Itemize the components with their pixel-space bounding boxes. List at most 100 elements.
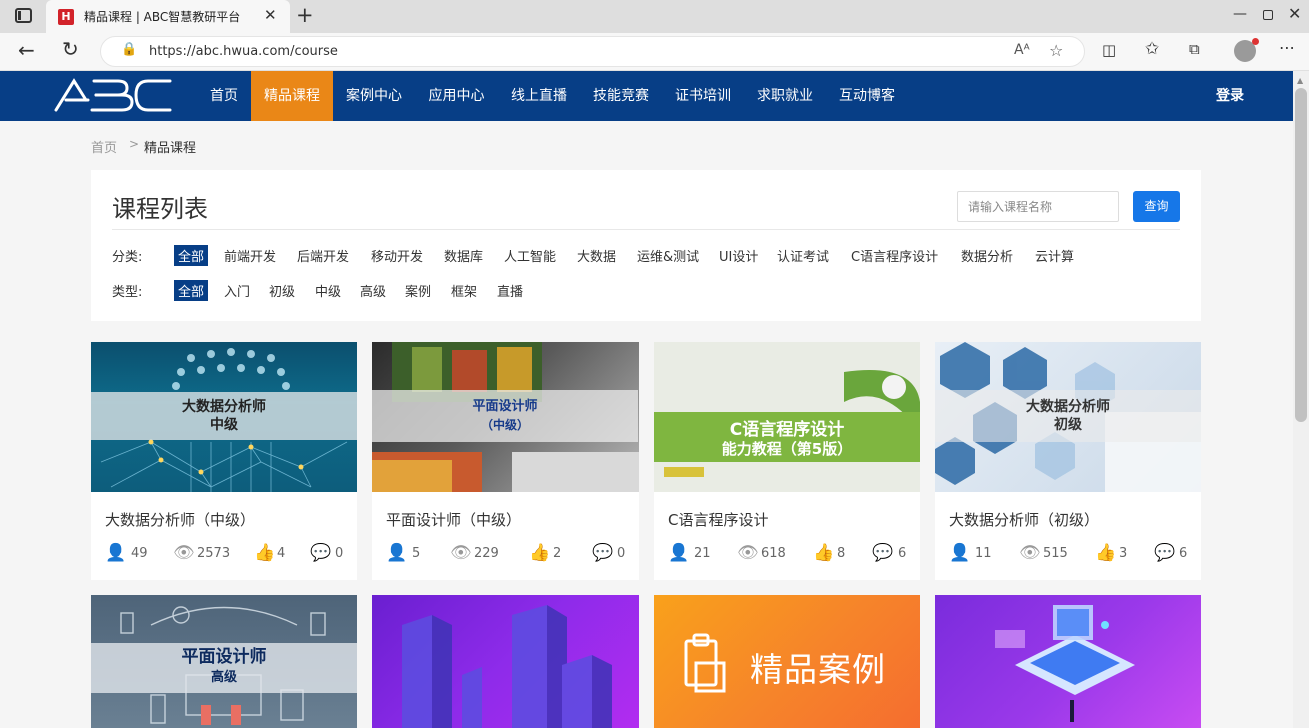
students-icon: 👤 xyxy=(386,543,408,563)
students-icon: 👤 xyxy=(668,543,690,563)
nav-item[interactable]: 求职就业 xyxy=(744,71,826,121)
type-filter-option[interactable]: 直播 xyxy=(497,281,523,300)
category-filter-option[interactable]: 认证考试 xyxy=(777,246,829,265)
add-favorite-icon[interactable]: ☆ xyxy=(1049,41,1063,60)
category-filter-option[interactable]: UI设计 xyxy=(719,246,758,265)
comment-icon[interactable]: 💬 xyxy=(872,543,893,563)
browser-tab[interactable]: H 精品课程 | ABC智慧教研平台 ✕ xyxy=(46,0,290,33)
search-button[interactable]: 查询 xyxy=(1133,191,1180,222)
browser-tab-bar: H 精品课程 | ABC智慧教研平台 ✕ + — ✕ xyxy=(0,0,1309,33)
category-filter-option[interactable]: 后端开发 xyxy=(297,246,349,265)
category-filter-option[interactable]: 移动开发 xyxy=(371,246,423,265)
minimize-icon[interactable]: — xyxy=(1233,6,1247,22)
comment-icon[interactable]: 💬 xyxy=(310,543,331,563)
course-thumbnail[interactable]: 平面设计师 （中级） xyxy=(372,342,639,492)
favorites-icon[interactable]: ✩ xyxy=(1145,39,1159,59)
thumbnail-overlay: 大数据分析师 中级 xyxy=(91,392,357,440)
category-filter-option[interactable]: 数据分析 xyxy=(961,246,1013,265)
type-filter-option[interactable]: 初级 xyxy=(269,281,295,300)
type-filter-option[interactable]: 案例 xyxy=(405,281,431,300)
breadcrumb-separator: > xyxy=(129,137,140,151)
lock-icon[interactable]: 🔒 xyxy=(121,42,137,57)
login-link[interactable]: 登录 xyxy=(1216,71,1244,121)
split-screen-icon[interactable]: ◫ xyxy=(1102,41,1116,59)
address-bar[interactable]: 🔒 https://abc.hwua.com/course Aᴬ ☆ xyxy=(100,36,1085,67)
nav-item[interactable]: 互动博客 xyxy=(826,71,908,121)
course-card[interactable]: 大数据分析师 初级 大数据分析师（初级） 👤 11 👁 515 👍 3 💬 6 xyxy=(935,342,1201,580)
category-filter-option[interactable]: C语言程序设计 xyxy=(851,246,938,265)
likes-count: 8 xyxy=(837,546,846,561)
course-card[interactable]: 平面设计师 高级 xyxy=(91,595,357,728)
students-count: 11 xyxy=(975,546,992,561)
profile-avatar[interactable] xyxy=(1234,38,1259,62)
page-title: 课程列表 xyxy=(112,195,208,223)
scroll-up-icon[interactable]: ▲ xyxy=(1297,76,1303,85)
comment-icon[interactable]: 💬 xyxy=(1154,543,1175,563)
comment-icon[interactable]: 💬 xyxy=(592,543,613,563)
new-tab-icon[interactable]: + xyxy=(296,3,314,27)
abc-logo[interactable] xyxy=(52,78,174,112)
more-options-icon[interactable]: ⋯ xyxy=(1279,38,1295,57)
scrollbar-thumb[interactable] xyxy=(1295,88,1307,422)
course-title[interactable]: 大数据分析师（初级） xyxy=(949,509,1099,530)
breadcrumb-home[interactable]: 首页 xyxy=(91,137,117,156)
url-text[interactable]: https://abc.hwua.com/course xyxy=(149,44,338,59)
category-filter-option[interactable]: 云计算 xyxy=(1035,246,1074,265)
nav-item[interactable]: 技能竞赛 xyxy=(580,71,662,121)
category-filter-option[interactable]: 数据库 xyxy=(444,246,483,265)
nav-item[interactable]: 应用中心 xyxy=(415,71,498,121)
computer-illustration-graphic xyxy=(995,605,1135,722)
like-icon[interactable]: 👍 xyxy=(1095,543,1116,563)
category-filter-option[interactable]: 大数据 xyxy=(577,246,616,265)
course-card[interactable] xyxy=(935,595,1201,728)
type-filter-option[interactable]: 高级 xyxy=(360,281,386,300)
course-title[interactable]: C语言程序设计 xyxy=(668,509,768,530)
type-filter-option[interactable]: 框架 xyxy=(451,281,477,300)
nav-item[interactable]: 精品课程 xyxy=(251,71,333,121)
course-card[interactable] xyxy=(372,595,639,728)
course-thumbnail[interactable]: 大数据分析师 中级 xyxy=(91,342,357,492)
like-icon[interactable]: 👍 xyxy=(813,543,834,563)
type-filter-option[interactable]: 中级 xyxy=(315,281,341,300)
course-thumbnail[interactable]: 大数据分析师 初级 xyxy=(935,342,1201,492)
like-icon[interactable]: 👍 xyxy=(529,543,550,563)
collections-icon[interactable]: ⧉ xyxy=(1189,40,1200,58)
nav-item[interactable]: 案例中心 xyxy=(333,71,415,121)
like-icon[interactable]: 👍 xyxy=(254,543,275,563)
category-filter-option[interactable]: 前端开发 xyxy=(224,246,276,265)
comments-count: 6 xyxy=(1179,546,1188,561)
students-count: 21 xyxy=(694,546,711,561)
course-card[interactable]: C语言程序设计 能力教程（第5版） C语言程序设计 👤 21 👁 618 👍 8… xyxy=(654,342,920,580)
type-label: 类型: xyxy=(112,285,143,300)
back-arrow-icon[interactable]: ← xyxy=(18,38,35,62)
nav-item[interactable]: 线上直播 xyxy=(498,71,580,121)
students-icon: 👤 xyxy=(949,543,971,563)
category-filter-option[interactable]: 运维&测试 xyxy=(637,246,699,265)
nav-item[interactable]: 首页 xyxy=(200,71,248,121)
course-card[interactable]: 平面设计师 （中级） 平面设计师（中级） 👤 5 👁 229 👍 2 💬 0 xyxy=(372,342,639,580)
nav-item[interactable]: 证书培训 xyxy=(662,71,744,121)
site-favicon-icon: H xyxy=(58,9,74,25)
likes-count: 4 xyxy=(277,546,286,561)
course-search-input[interactable] xyxy=(957,191,1119,222)
reload-icon[interactable]: ↻ xyxy=(62,37,79,61)
book-cover-graphic xyxy=(654,370,920,477)
close-tab-icon[interactable]: ✕ xyxy=(264,6,277,24)
window-menu-icon[interactable] xyxy=(15,8,32,23)
course-title[interactable]: 平面设计师（中级） xyxy=(386,509,521,530)
category-filter-option[interactable]: 人工智能 xyxy=(504,246,556,265)
restore-icon[interactable] xyxy=(1263,10,1273,20)
course-thumbnail[interactable]: C语言程序设计 能力教程（第5版） xyxy=(654,342,920,492)
course-title[interactable]: 大数据分析师（中级） xyxy=(105,509,255,530)
category-filter-option[interactable]: 全部 xyxy=(174,245,209,266)
course-card[interactable]: 精品案例 xyxy=(654,595,920,728)
type-filter-option[interactable]: 全部 xyxy=(174,280,209,301)
close-window-icon[interactable]: ✕ xyxy=(1288,4,1301,23)
views-icon: 👁 xyxy=(173,543,195,563)
views-icon: 👁 xyxy=(1019,543,1041,563)
type-filter-option[interactable]: 入门 xyxy=(224,281,250,300)
read-aloud-icon[interactable]: Aᴬ xyxy=(1014,42,1030,58)
comments-count: 6 xyxy=(898,546,907,561)
breadcrumb-current: 精品课程 xyxy=(144,141,197,156)
course-card[interactable]: 大数据分析师 中级 大数据分析师（中级） 👤 49 👁 2573 👍 4 💬 0 xyxy=(91,342,357,580)
